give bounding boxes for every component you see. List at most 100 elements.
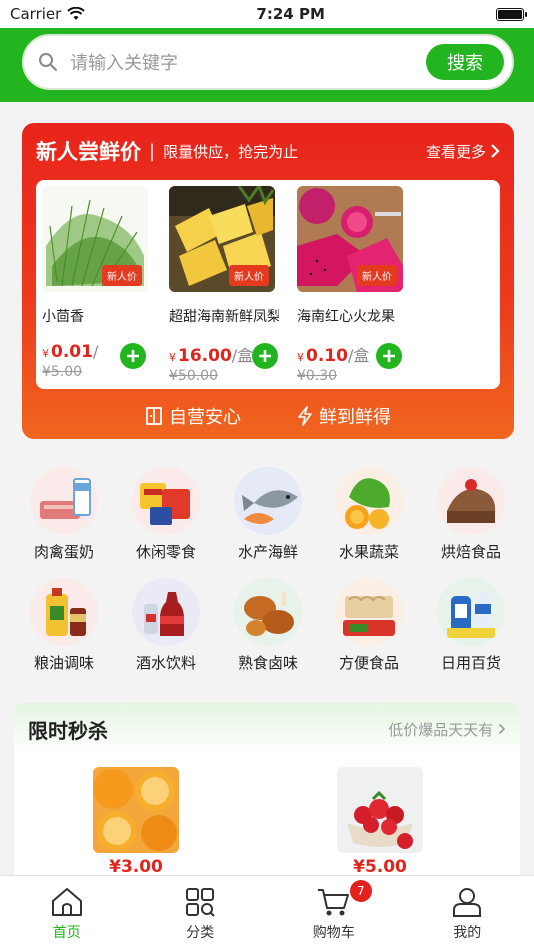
category-label: 酒水饮料 (135, 654, 196, 672)
tab-home-label: 首页 (52, 925, 81, 941)
category-bakery[interactable]: 烘焙食品 (426, 467, 516, 562)
category-label: 日用百货 (440, 654, 501, 672)
tab-cart-label: 购物车 (312, 925, 355, 941)
lightning-icon (298, 406, 312, 426)
category-instant-food[interactable]: 方便食品 (324, 578, 414, 673)
bottom-tab-bar: 首页 分类 7 购物车 我的 (0, 875, 534, 950)
add-to-cart-button[interactable] (252, 343, 278, 369)
category-image (234, 578, 302, 646)
plus-icon (259, 350, 271, 362)
cart-badge: 7 (349, 880, 372, 902)
home-icon (51, 888, 82, 916)
fresh-delivery-badge: 鲜到鲜得 (297, 403, 391, 429)
tab-cart[interactable]: 7 购物车 (267, 876, 401, 950)
tab-profile[interactable]: 我的 (401, 876, 534, 950)
header: 请输入关键字 搜索 (0, 28, 534, 102)
category-image (335, 467, 403, 535)
yen-symbol: ¥ (169, 351, 176, 364)
fresh-delivery-label: 鲜到鲜得 (319, 407, 391, 428)
tab-home[interactable]: 首页 (0, 876, 134, 950)
new-user-title: 新人尝鲜价 (36, 140, 141, 164)
product-name: 海南红心火龙果 (297, 309, 395, 325)
price-value: 0.10 (306, 346, 348, 366)
new-price-tag: 新人价 (102, 265, 142, 286)
search-icon (39, 53, 57, 71)
door-icon (146, 407, 162, 425)
new-user-promo-card: 新人尝鲜价 | 限量供应，抢完为止 查看更多 新人价 小茴香 ¥ 0.01 / … (22, 123, 514, 439)
search-bar[interactable]: 请输入关键字 搜索 (22, 34, 514, 90)
flash-sale-more-label: 低价爆品天天有 (388, 720, 494, 739)
search-button[interactable]: 搜索 (426, 44, 504, 80)
add-to-cart-button[interactable] (376, 343, 402, 369)
category-daily-goods[interactable]: 日用百货 (426, 578, 516, 673)
plus-icon (127, 350, 139, 362)
category-label: 烘焙食品 (440, 543, 501, 561)
user-icon (453, 888, 482, 917)
category-image (132, 467, 200, 535)
category-image (335, 578, 403, 646)
category-label: 肉禽蛋奶 (33, 543, 94, 561)
category-image (437, 578, 505, 646)
flash-item-price: ¥3.00 (109, 857, 163, 877)
new-user-subtitle: 限量供应，抢完为止 (163, 142, 299, 161)
chevron-right-icon (491, 144, 500, 158)
product-name: 超甜海南新鲜凤梨 (169, 309, 279, 325)
product-image-dragon-fruit: 新人价 (297, 186, 403, 292)
view-more-link[interactable]: 查看更多 (426, 141, 500, 162)
flash-item-image-orange (93, 767, 179, 853)
category-image (30, 578, 98, 646)
plus-icon (383, 350, 395, 362)
category-image (437, 467, 505, 535)
flash-sale-title: 限时秒杀 (28, 718, 108, 743)
flash-sale-more-link[interactable]: 低价爆品天天有 (388, 719, 506, 740)
yen-symbol: ¥ (42, 347, 49, 360)
category-meat-eggs-dairy[interactable]: 肉禽蛋奶 (19, 467, 109, 562)
flash-item-image-strawberry (337, 767, 423, 853)
category-label: 水果蔬菜 (338, 543, 399, 561)
price-unit: /盒 (231, 346, 254, 365)
price-value: 16.00 (178, 346, 232, 366)
self-operated-badge: 自营安心 (145, 403, 241, 429)
chevron-right-icon (498, 723, 506, 734)
flash-sale-section: 限时秒杀 低价爆品天天有 ¥3.00 ¥5.00 (14, 703, 520, 883)
product-image-pineapple: 新人价 (169, 186, 275, 292)
search-input[interactable]: 请输入关键字 (70, 49, 426, 75)
new-price-tag: 新人价 (229, 265, 269, 286)
battery-icon (495, 7, 527, 21)
flash-sale-item[interactable]: ¥3.00 (93, 767, 179, 877)
new-user-products: 新人价 小茴香 ¥ 0.01 / ¥5.00 新人价 超甜海南新鲜凤梨 ¥ 16… (36, 180, 500, 389)
status-bar: Carrier 7:24 PM (0, 0, 534, 28)
product-name: 小茴香 (42, 309, 84, 325)
new-user-header: 新人尝鲜价 | 限量供应，抢完为止 查看更多 (22, 123, 514, 179)
flash-item-price: ¥5.00 (353, 857, 407, 877)
self-operated-label: 自营安心 (169, 407, 241, 428)
grid-icon (186, 888, 215, 917)
add-to-cart-button[interactable] (120, 343, 146, 369)
carrier-label: Carrier (10, 5, 62, 23)
tab-category-label: 分类 (186, 925, 215, 941)
price-unit: /盒 (347, 346, 370, 365)
category-grain-oil[interactable]: 粮油调味 (19, 578, 109, 673)
yen-symbol: ¥ (297, 351, 304, 364)
category-snacks[interactable]: 休闲零食 (121, 467, 211, 562)
flash-sale-header: 限时秒杀 低价爆品天天有 (14, 703, 520, 755)
flash-sale-item[interactable]: ¥5.00 (337, 767, 423, 877)
tab-category[interactable]: 分类 (134, 876, 268, 950)
wifi-icon (67, 7, 86, 20)
category-label: 水产海鲜 (237, 543, 298, 561)
status-time: 7:24 PM (256, 5, 325, 23)
original-price: ¥50.00 (169, 368, 218, 384)
category-label: 休闲零食 (135, 543, 196, 561)
price-unit: / (92, 342, 99, 361)
category-image (234, 467, 302, 535)
status-left: Carrier (10, 5, 86, 23)
category-label: 方便食品 (338, 654, 399, 672)
promo-footer: 自营安心 鲜到鲜得 (22, 393, 514, 439)
category-seafood[interactable]: 水产海鲜 (223, 467, 313, 562)
cart-icon (317, 889, 349, 916)
category-fruits-vegetables[interactable]: 水果蔬菜 (324, 467, 414, 562)
category-deli[interactable]: 熟食卤味 (223, 578, 313, 673)
product-image-fennel: 新人价 (42, 186, 148, 292)
view-more-label: 查看更多 (425, 142, 486, 161)
category-beverages[interactable]: 酒水饮料 (121, 578, 211, 673)
